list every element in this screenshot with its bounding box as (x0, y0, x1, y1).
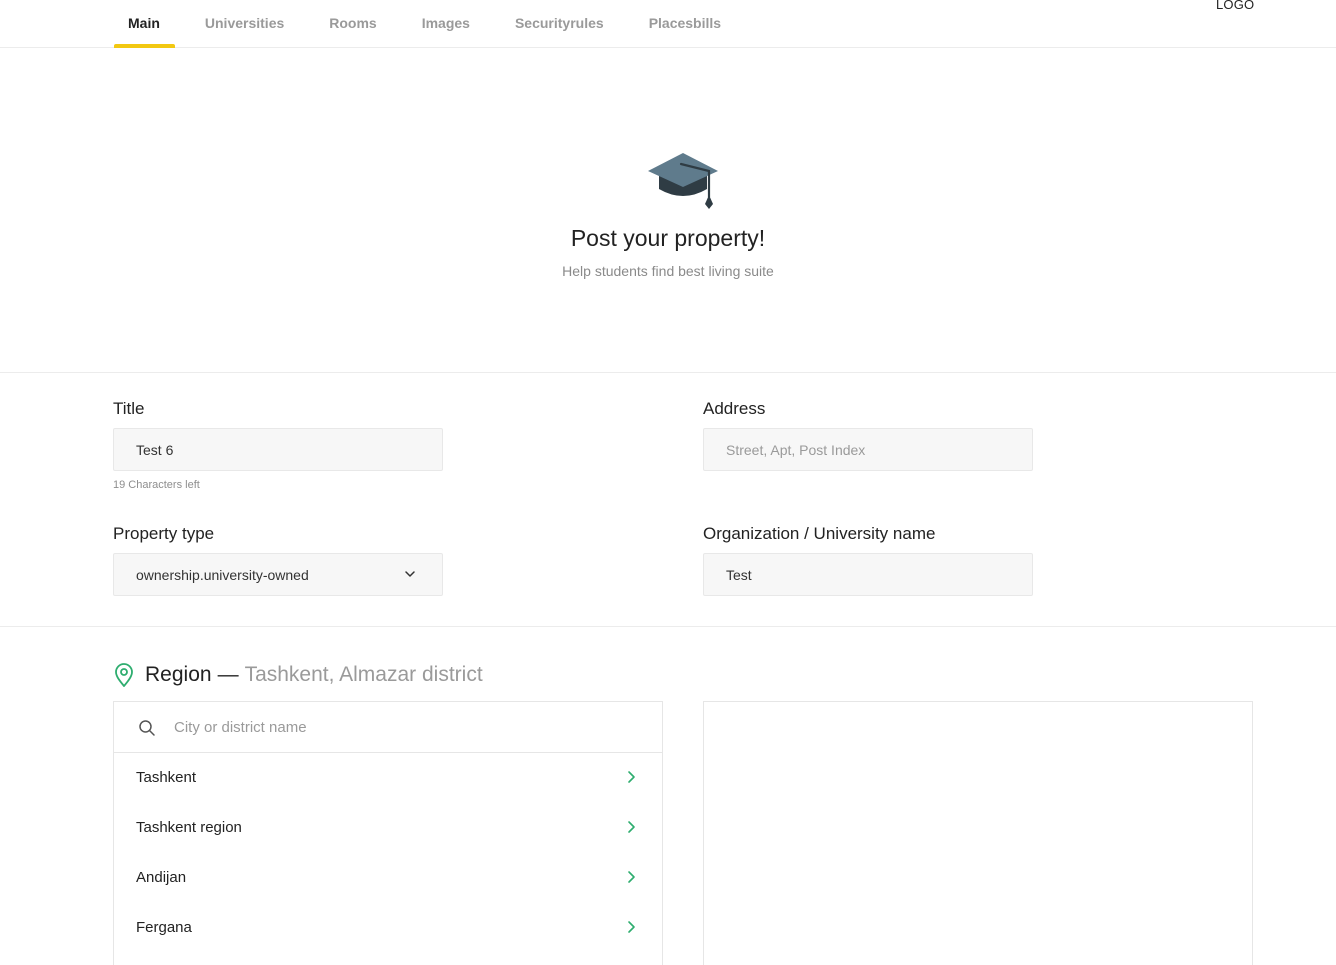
title-input[interactable] (113, 428, 443, 471)
organization-input[interactable] (703, 553, 1033, 596)
chevron-right-icon (628, 921, 635, 933)
tab-bar: Main Universities Rooms Images Securityr… (113, 0, 751, 48)
hero-subtitle: Help students find best living suite (562, 263, 774, 279)
hero-title: Post your property! (570, 225, 766, 251)
title-characters-left: 19 Characters left (113, 479, 200, 491)
property-type-label: Property type (113, 524, 215, 543)
tab-rooms[interactable]: Rooms (314, 0, 391, 48)
title-label: Title (113, 399, 145, 418)
search-icon (139, 720, 155, 736)
list-item-label: Tashkent (136, 769, 197, 786)
chevron-right-icon (628, 771, 635, 783)
property-type-select[interactable]: ownership.university-owned (113, 553, 443, 596)
graduation-cap-icon (648, 153, 718, 209)
region-label: Region (145, 663, 212, 686)
list-item-label: Andijan (136, 869, 187, 886)
region-list: Tashkent Tashkent region Andijan Fergana (113, 701, 663, 965)
top-navigation: Main Universities Rooms Images Securityr… (0, 0, 1336, 48)
region-item-fergana[interactable]: Fergana (114, 903, 662, 953)
region-item-tashkent-region[interactable]: Tashkent region (114, 803, 662, 853)
hero-section: Post your property! Help students find b… (0, 48, 1336, 373)
property-form: Title 19 Characters left Address Propert… (0, 373, 1336, 627)
tab-universities[interactable]: Universities (190, 0, 299, 48)
address-label: Address (703, 399, 766, 418)
organization-label: Organization / University name (703, 524, 936, 543)
region-separator: — (217, 663, 239, 686)
chevron-right-icon (628, 821, 635, 833)
region-item-andijan[interactable]: Andijan (114, 853, 662, 903)
region-value: Tashkent, Almazar district (244, 663, 483, 686)
region-item-tashkent[interactable]: Tashkent (114, 753, 662, 803)
list-item-label: Fergana (136, 919, 192, 936)
location-pin-icon (115, 663, 133, 687)
tab-placesbills[interactable]: Placesbills (634, 0, 736, 48)
region-search-input[interactable] (174, 714, 634, 740)
address-input[interactable] (703, 428, 1033, 471)
map-panel[interactable] (703, 701, 1253, 965)
region-header: Region — Tashkent, Almazar district (113, 660, 483, 690)
chevron-right-icon (628, 871, 635, 883)
tab-securityrules[interactable]: Securityrules (500, 0, 619, 48)
property-type-value: ownership.university-owned (136, 567, 309, 583)
region-search (114, 702, 662, 753)
tab-images[interactable]: Images (407, 0, 485, 48)
chevron-down-icon (405, 571, 415, 577)
list-item-label: Tashkent region (136, 819, 242, 836)
tab-main[interactable]: Main (113, 0, 175, 48)
logo[interactable]: LOGO (1216, 0, 1254, 12)
